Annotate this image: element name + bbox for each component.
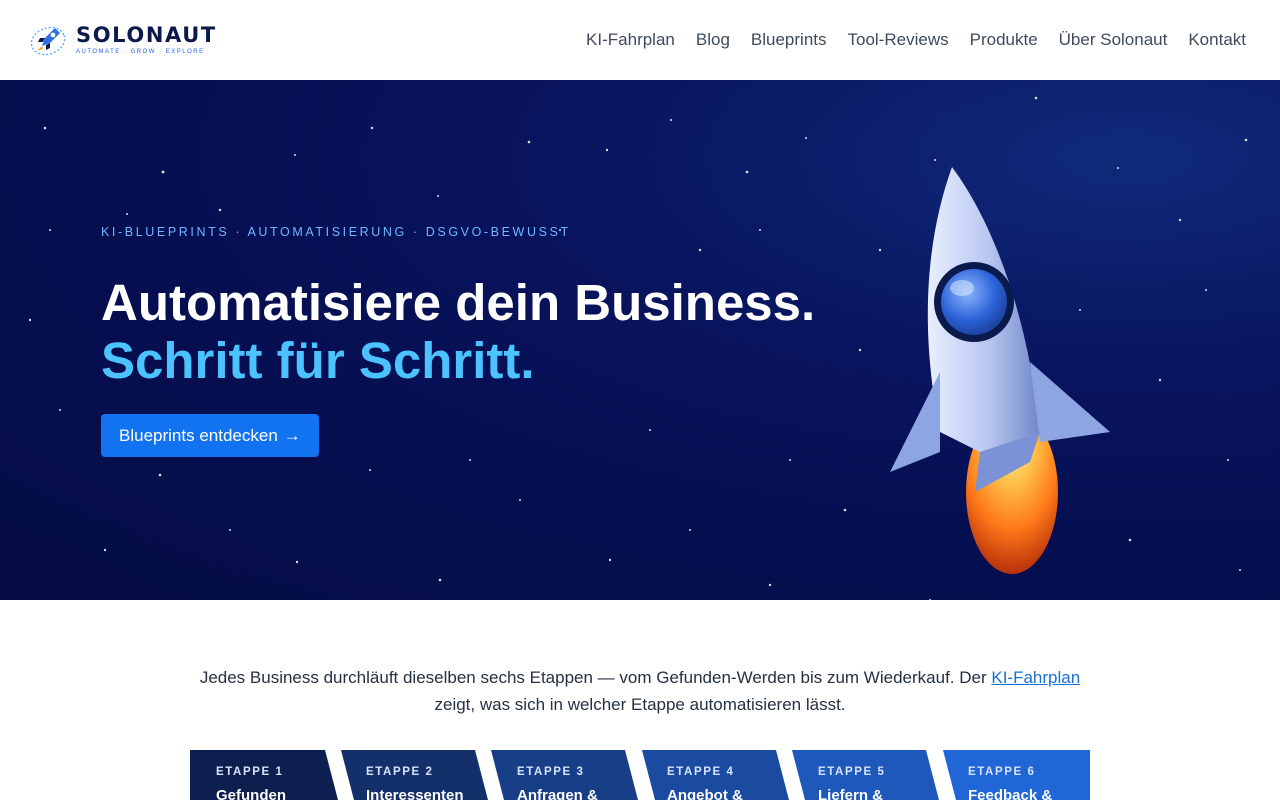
intro-text-after: zeigt, was sich in welcher Etappe automa… [434,695,846,714]
stage-6[interactable]: ETAPPE 6 Feedback & [943,750,1090,800]
brand-logo-link[interactable]: SOLONAUT AUTOMATE · GROW · EXPLORE [28,22,217,58]
brand-tagline: AUTOMATE · GROW · EXPLORE [76,49,205,55]
stage-number: ETAPPE 2 [366,766,434,778]
brand-name: SOLONAUT [76,23,217,47]
nav-item-tool-reviews[interactable]: Tool-Reviews [848,30,949,50]
stage-title: Anfragen & [517,787,598,800]
stage-number: ETAPPE 5 [818,766,886,778]
nav-item-blog[interactable]: Blog [696,30,730,50]
blueprints-entdecken-button[interactable]: Blueprints entdecken → [101,414,319,457]
nav-item-ueber-solonaut[interactable]: Über Solonaut [1059,30,1168,50]
stages-strip: ETAPPE 1 Gefunden ETAPPE 2 Interessenten… [190,750,1090,800]
stage-number: ETAPPE 3 [517,766,585,778]
stage-3[interactable]: ETAPPE 3 Anfragen & [491,750,638,800]
hero-title-line1: Automatisiere dein Business. [101,274,816,331]
rocket-icon [30,26,66,56]
hero-kicker: KI-BLUEPRINTS · AUTOMATISIERUNG · DSGVO-… [101,225,571,239]
stage-number: ETAPPE 1 [216,766,284,778]
main-nav: KI-Fahrplan Blog Blueprints Tool-Reviews… [586,30,1246,50]
hero-title: Automatisiere dein Business. Schritt für… [101,274,815,390]
stage-5[interactable]: ETAPPE 5 Liefern & [792,750,939,800]
rocket-illustration [890,167,1110,574]
nav-item-blueprints[interactable]: Blueprints [751,30,827,50]
stage-title: Gefunden [216,787,286,800]
stage-title: Angebot & [667,787,743,800]
nav-item-kontakt[interactable]: Kontakt [1188,30,1246,50]
site-header: SOLONAUT AUTOMATE · GROW · EXPLORE KI-Fa… [0,0,1280,80]
intro-text-before: Jedes Business durchläuft dieselben sech… [199,668,992,687]
stage-2[interactable]: ETAPPE 2 Interessenten [341,750,488,800]
ki-fahrplan-link[interactable]: KI-Fahrplan [991,668,1080,687]
cta-label: Blueprints entdecken [119,425,278,445]
stage-1[interactable]: ETAPPE 1 Gefunden [190,750,338,800]
stage-number: ETAPPE 6 [968,766,1036,778]
stage-title: Interessenten [366,787,464,800]
hero-title-line2: Schritt für Schritt. [101,332,535,389]
nav-item-ki-fahrplan[interactable]: KI-Fahrplan [586,30,675,50]
stage-title: Feedback & [968,787,1053,800]
nav-item-produkte[interactable]: Produkte [970,30,1038,50]
arrow-right-icon: → [283,425,301,445]
stage-title: Liefern & [818,787,884,800]
stage-number: ETAPPE 4 [667,766,735,778]
hero-section: KI-BLUEPRINTS · AUTOMATISIERUNG · DSGVO-… [0,80,1280,600]
brand-text: SOLONAUT AUTOMATE · GROW · EXPLORE [76,23,217,56]
intro-paragraph: Jedes Business durchläuft dieselben sech… [190,664,1090,718]
stage-4[interactable]: ETAPPE 4 Angebot & [642,750,789,800]
